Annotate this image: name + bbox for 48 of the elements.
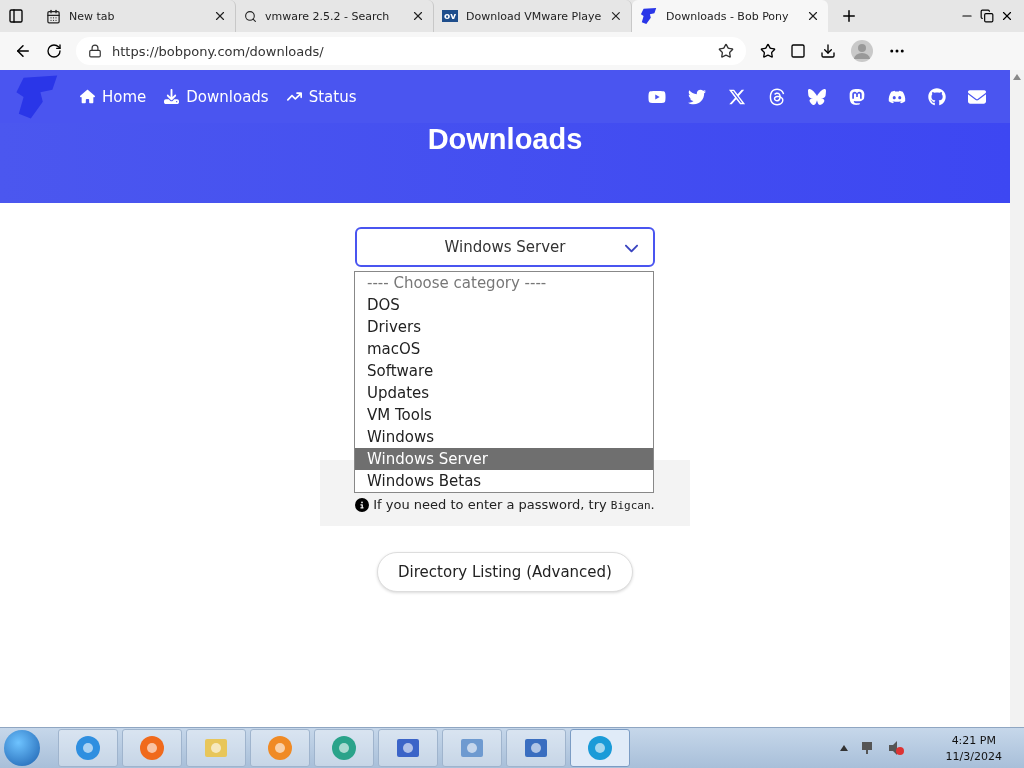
mastodon-icon[interactable] <box>848 87 866 106</box>
search-icon <box>244 9 257 23</box>
bluesky-icon[interactable] <box>808 87 826 106</box>
page-title: Downloads <box>426 123 584 156</box>
download-icon[interactable] <box>820 43 836 59</box>
reload-icon[interactable] <box>46 43 62 59</box>
back-icon[interactable] <box>14 42 32 60</box>
browser-tab[interactable]: Downloads - Bob Pony <box>632 0 828 32</box>
lock-icon <box>88 44 102 58</box>
site-favicon <box>640 7 658 25</box>
volume-muted-icon[interactable] <box>887 740 904 756</box>
scroll-up-icon[interactable] <box>1013 74 1021 80</box>
info-icon <box>355 498 370 512</box>
x-icon[interactable] <box>728 87 746 106</box>
trend-up-icon <box>286 89 302 104</box>
download-icon <box>164 89 180 104</box>
close-icon[interactable] <box>806 9 820 23</box>
email-icon[interactable] <box>968 87 986 106</box>
category-select[interactable]: Windows Server <box>355 227 655 267</box>
taskbar-button[interactable] <box>378 729 438 767</box>
threads-icon[interactable] <box>768 87 786 106</box>
directory-listing-button[interactable]: Directory Listing (Advanced) <box>377 552 633 592</box>
dropdown-option[interactable]: Windows Server <box>355 448 653 470</box>
tab-actions-icon[interactable] <box>8 8 24 24</box>
nav-link[interactable]: Status <box>286 87 357 106</box>
clock[interactable]: 4:21 PM 11/3/2024 <box>945 733 1002 763</box>
tray-expand-icon[interactable] <box>839 745 848 751</box>
profile-avatar[interactable] <box>850 39 874 63</box>
close-icon[interactable] <box>609 9 623 23</box>
nav-link[interactable]: Downloads <box>164 87 269 106</box>
twitter-icon[interactable] <box>688 87 706 106</box>
address-bar[interactable]: https://bobpony.com/downloads/ <box>76 37 746 65</box>
site-favicon: ov <box>442 10 459 22</box>
restore-icon[interactable] <box>980 9 994 23</box>
taskbar-button[interactable] <box>570 729 630 767</box>
scrollbar[interactable] <box>1010 70 1024 727</box>
favorite-icon[interactable] <box>718 43 734 59</box>
close-icon[interactable] <box>213 9 227 23</box>
favorites-icon[interactable] <box>760 43 776 59</box>
taskbar-button[interactable] <box>58 729 118 767</box>
github-icon[interactable] <box>928 87 946 106</box>
start-button[interactable] <box>4 730 40 766</box>
close-icon[interactable] <box>411 9 425 23</box>
nav-link[interactable]: Home <box>80 87 147 106</box>
close-icon[interactable] <box>1000 9 1014 23</box>
notice-text: If you need to enter a password, try Bigcan. <box>373 497 655 512</box>
taskbar-button[interactable] <box>506 729 566 767</box>
home-icon <box>80 89 95 104</box>
